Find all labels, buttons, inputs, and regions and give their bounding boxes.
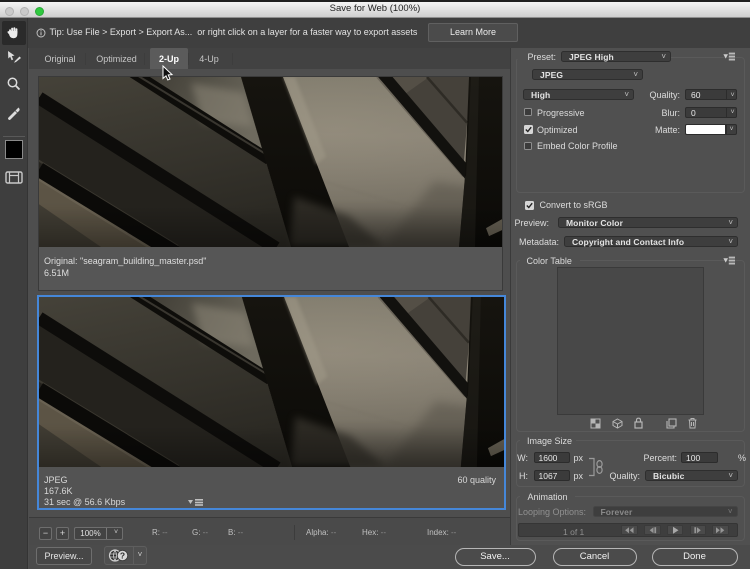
svg-text:?: ? — [119, 550, 124, 560]
